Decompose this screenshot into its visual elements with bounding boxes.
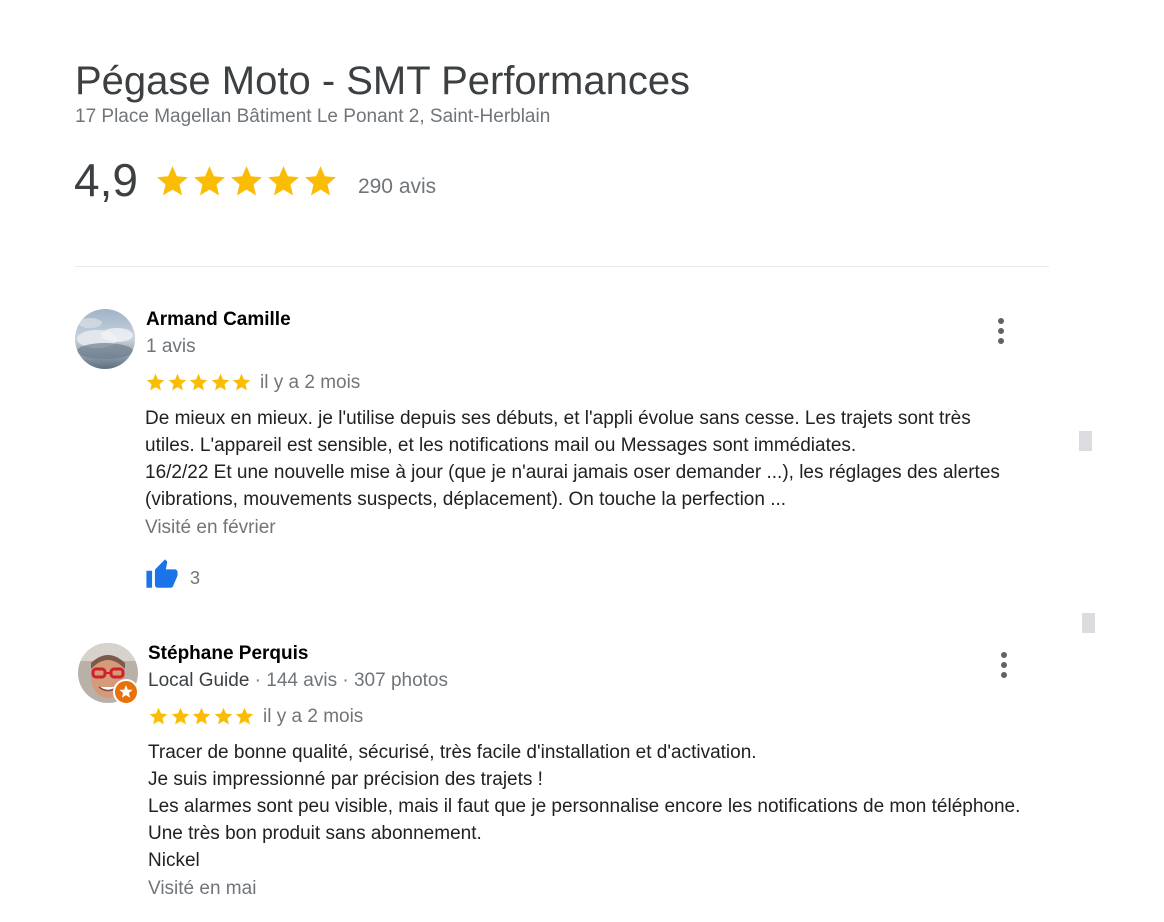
reviewer-name[interactable]: Stéphane Perquis [148, 643, 309, 665]
star-icon [171, 707, 189, 725]
reviewer-meta: Local Guide · 144 avis · 307 photos [148, 670, 448, 692]
star-icon [168, 373, 186, 391]
more-vert-icon[interactable] [994, 650, 1014, 680]
thumbs-up-icon[interactable] [144, 558, 180, 592]
review-date: il y a 2 mois [263, 706, 364, 727]
review-stars [148, 706, 256, 727]
review-text-line: Une très bon produit sans abonnement. [148, 823, 482, 844]
reviewer-review-count: 144 avis [266, 670, 338, 691]
scroll-marker [1079, 431, 1092, 451]
local-guide-badge-icon [113, 679, 139, 705]
star-icon [235, 707, 254, 725]
review-text-line: (vibrations, mouvements suspects, déplac… [145, 489, 787, 510]
reviewer-name[interactable]: Armand Camille [146, 309, 291, 331]
place-title: Pégase Moto - SMT Performances [75, 59, 691, 103]
avatar[interactable] [75, 309, 135, 369]
star-icon [232, 373, 251, 391]
reviewer-meta: 1 avis [146, 336, 196, 357]
review-text-line: De mieux en mieux. je l'utilise depuis s… [145, 408, 971, 429]
star-icon [194, 165, 225, 195]
review-text-line: Les alarmes sont peu visible, mais il fa… [148, 796, 1021, 817]
review-text-line: 16/2/22 Et une nouvelle mise à jour (que… [145, 462, 1000, 483]
like-count: 3 [190, 568, 201, 588]
rating-value: 4,9 [74, 154, 138, 206]
divider [75, 266, 1049, 267]
review-text-line: utiles. L'appareil est sensible, et les … [145, 435, 857, 456]
rating-summary: 4,9 290 avis [74, 152, 436, 208]
star-icon [305, 165, 336, 195]
visited-date: Visité en mai [148, 878, 257, 899]
star-icon [231, 165, 262, 195]
star-icon [189, 373, 208, 391]
review-stars [145, 372, 253, 393]
review-text-line: Nickel [148, 850, 200, 871]
meta-separator: · [249, 670, 267, 691]
review-text: Tracer de bonne qualité, sécurisé, très … [148, 739, 1020, 874]
star-icon [211, 373, 229, 391]
star-icon [214, 707, 232, 725]
local-guide-label: Local Guide [148, 670, 250, 691]
star-icon [146, 373, 165, 391]
review-date: il y a 2 mois [260, 372, 361, 393]
place-address: 17 Place Magellan Bâtiment Le Ponant 2, … [75, 106, 551, 127]
star-icon [268, 165, 299, 195]
review-text-line: Tracer de bonne qualité, sécurisé, très … [148, 742, 757, 763]
review-text-line: Je suis impressionné par précision des t… [148, 769, 543, 790]
star-icon [149, 707, 168, 725]
rating-stars [154, 163, 339, 200]
star-icon [157, 165, 188, 195]
reviewer-photo-count: 307 photos [353, 670, 448, 691]
scroll-marker [1082, 613, 1095, 633]
more-vert-icon[interactable] [991, 316, 1011, 346]
star-icon [192, 707, 211, 725]
meta-separator: · [337, 670, 354, 691]
review-count[interactable]: 290 avis [358, 175, 436, 199]
review-text: De mieux en mieux. je l'utilise depuis s… [145, 405, 1000, 513]
visited-date: Visité en février [145, 517, 276, 538]
reviews-page: Pégase Moto - SMT Performances 17 Place … [0, 0, 1164, 922]
